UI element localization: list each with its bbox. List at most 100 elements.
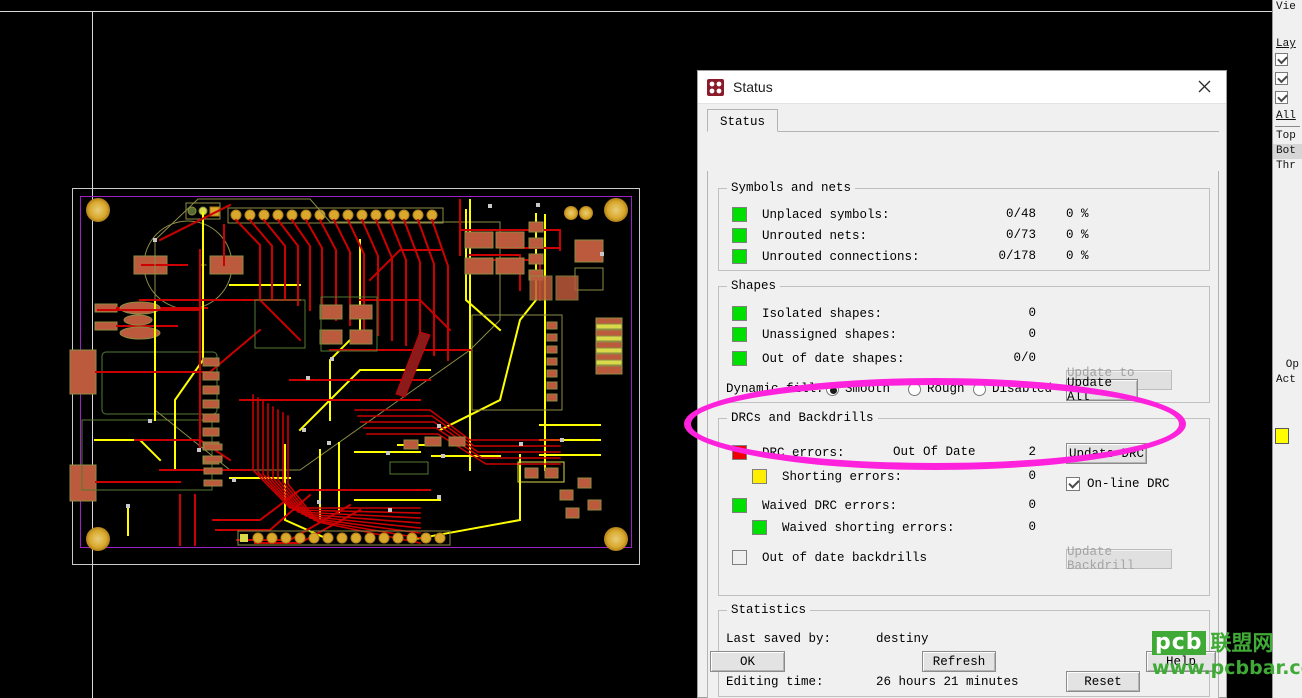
group-statistics-legend: Statistics (731, 603, 807, 617)
radio-label: Rough (927, 382, 965, 396)
refresh-button[interactable]: Refresh (922, 651, 996, 672)
row-unplaced-symbols: Unplaced symbols: (732, 207, 890, 222)
row-value: 0/48 (1005, 207, 1036, 221)
row-label: Unassigned shapes: (762, 327, 898, 342)
row-value: 0 (1028, 306, 1036, 320)
help-button[interactable]: Help (1146, 651, 1216, 672)
row-label: Unplaced symbols: (762, 207, 890, 222)
reset-button[interactable]: Reset (1066, 671, 1140, 692)
row-label: Unrouted connections: (762, 249, 920, 264)
vias (126, 203, 604, 512)
row-label: Unrouted nets: (762, 228, 868, 243)
row-waived-shorting-errors: Waived shorting errors: (752, 520, 955, 535)
right-dock-panel[interactable]: Vie Lay All Top Bot Thr Op Act (1272, 0, 1302, 698)
dialog-title: Status (733, 79, 773, 95)
group-drcs-and-backdrills-legend: DRCs and Backdrills (731, 411, 874, 425)
editing-time-value: 26 hours 21 minutes (876, 675, 1019, 689)
update-all-button[interactable]: Update All (1066, 376, 1138, 404)
ic-components (202, 221, 623, 519)
row-value: 2 (1028, 445, 1036, 459)
editing-time-label: Editing time: (726, 675, 824, 689)
row-out-of-date-shapes: Out of date shapes: (732, 351, 905, 366)
row-value: 0/0 (1013, 351, 1036, 365)
radio-label: Smooth (845, 382, 891, 396)
active-label: Act (1276, 374, 1296, 386)
tab-status[interactable]: Status (707, 109, 779, 132)
layer-checkbox-2[interactable] (1275, 72, 1288, 85)
layer-checkbox-1[interactable] (1275, 53, 1288, 66)
row-value: 0/73 (1005, 228, 1036, 242)
radio-dot (908, 382, 921, 396)
row-label: Out of date backdrills (762, 550, 928, 565)
view-menu-label[interactable]: Vie (1273, 0, 1302, 15)
dialog-titlebar[interactable]: Status (698, 71, 1226, 104)
fanout-bundle (252, 394, 421, 544)
red-traces (95, 199, 561, 546)
row-label: Shorting errors: (782, 469, 903, 484)
app-root: Vie Lay All Top Bot Thr Op Act Status St… (0, 0, 1302, 698)
row-label: Waived DRC errors: (762, 498, 898, 513)
checkbox-label: On-line DRC (1087, 477, 1170, 491)
layer-item-bottom[interactable]: Bot (1273, 144, 1302, 159)
row-unrouted-connections: Unrouted connections: (732, 249, 920, 264)
layer-checkbox-3[interactable] (1275, 91, 1288, 104)
radio-fill-disabled[interactable]: Disabled (973, 382, 1052, 396)
radio-fill-rough[interactable]: Rough (908, 382, 965, 396)
status-dialog: Status Status Symbols and nets Unplaced … (697, 70, 1227, 698)
layer-item-top[interactable]: Top (1273, 129, 1302, 144)
row-unrouted-nets: Unrouted nets: (732, 228, 867, 243)
status-swatch-green (732, 207, 747, 222)
row-value: 0 (1028, 327, 1036, 341)
dialog-tabstrip: Status (707, 109, 1219, 132)
row-value: 0 (1028, 520, 1036, 534)
status-swatch-green (732, 228, 747, 243)
row-label: DRC errors: (762, 445, 845, 460)
row-unassigned-shapes: Unassigned shapes: (732, 327, 897, 342)
row-isolated-shapes: Isolated shapes: (732, 306, 882, 321)
status-swatch-red (732, 445, 747, 460)
status-swatch-green (732, 351, 747, 366)
row-value: 0 (1028, 498, 1036, 512)
row-shorting-errors: Shorting errors: (752, 469, 902, 484)
status-tab-page: Symbols and nets Unplaced symbols: 0/48 … (707, 171, 1219, 698)
radio-dot (826, 382, 839, 396)
row-percent: 0 % (1066, 228, 1089, 242)
status-swatch-empty (732, 550, 747, 565)
update-drc-button[interactable]: Update DRC (1066, 443, 1147, 464)
divider (1275, 126, 1300, 127)
active-color-swatch[interactable] (1275, 428, 1289, 444)
status-swatch-green (732, 498, 747, 513)
group-shapes-legend: Shapes (731, 279, 777, 293)
options-header: Op (1285, 359, 1299, 371)
left-passives (69, 301, 218, 502)
row-drc-errors: DRC errors: (732, 445, 845, 460)
row-label: Waived shorting errors: (782, 520, 955, 535)
radio-fill-smooth[interactable]: Smooth (826, 382, 890, 396)
row-label: Isolated shapes: (762, 306, 883, 321)
status-swatch-green (732, 306, 747, 321)
close-icon[interactable] (1190, 73, 1220, 101)
row-out-of-date-backdrills[interactable]: Out of date backdrills (732, 550, 927, 565)
status-board-icon (707, 78, 724, 96)
status-swatch-green (732, 249, 747, 264)
status-swatch-green (732, 327, 747, 342)
group-symbols-and-nets-legend: Symbols and nets (731, 181, 852, 195)
checkbox-box (1066, 477, 1080, 491)
status-swatch-green (752, 520, 767, 535)
update-backdrill-button: Update Backdrill (1066, 545, 1172, 573)
drc-state-text: Out Of Date (893, 445, 976, 459)
radio-label: Disabled (992, 382, 1053, 396)
row-label: Out of date shapes: (762, 351, 905, 366)
last-saved-by-label: Last saved by: (726, 632, 832, 646)
layers-all-label[interactable]: All (1273, 109, 1302, 124)
online-drc-checkbox[interactable]: On-line DRC (1066, 477, 1170, 491)
round-component-outline (133, 220, 244, 310)
layer-item-through[interactable]: Thr (1273, 159, 1302, 174)
ok-button[interactable]: OK (710, 651, 785, 672)
row-waived-drc-errors: Waived DRC errors: (732, 498, 897, 513)
status-swatch-yellow (752, 469, 767, 484)
dynamic-fill-label: Dynamic fill: (726, 382, 824, 396)
last-saved-by-value: destiny (876, 632, 929, 646)
row-percent: 0 % (1066, 249, 1089, 263)
row-value: 0 (1028, 469, 1036, 483)
